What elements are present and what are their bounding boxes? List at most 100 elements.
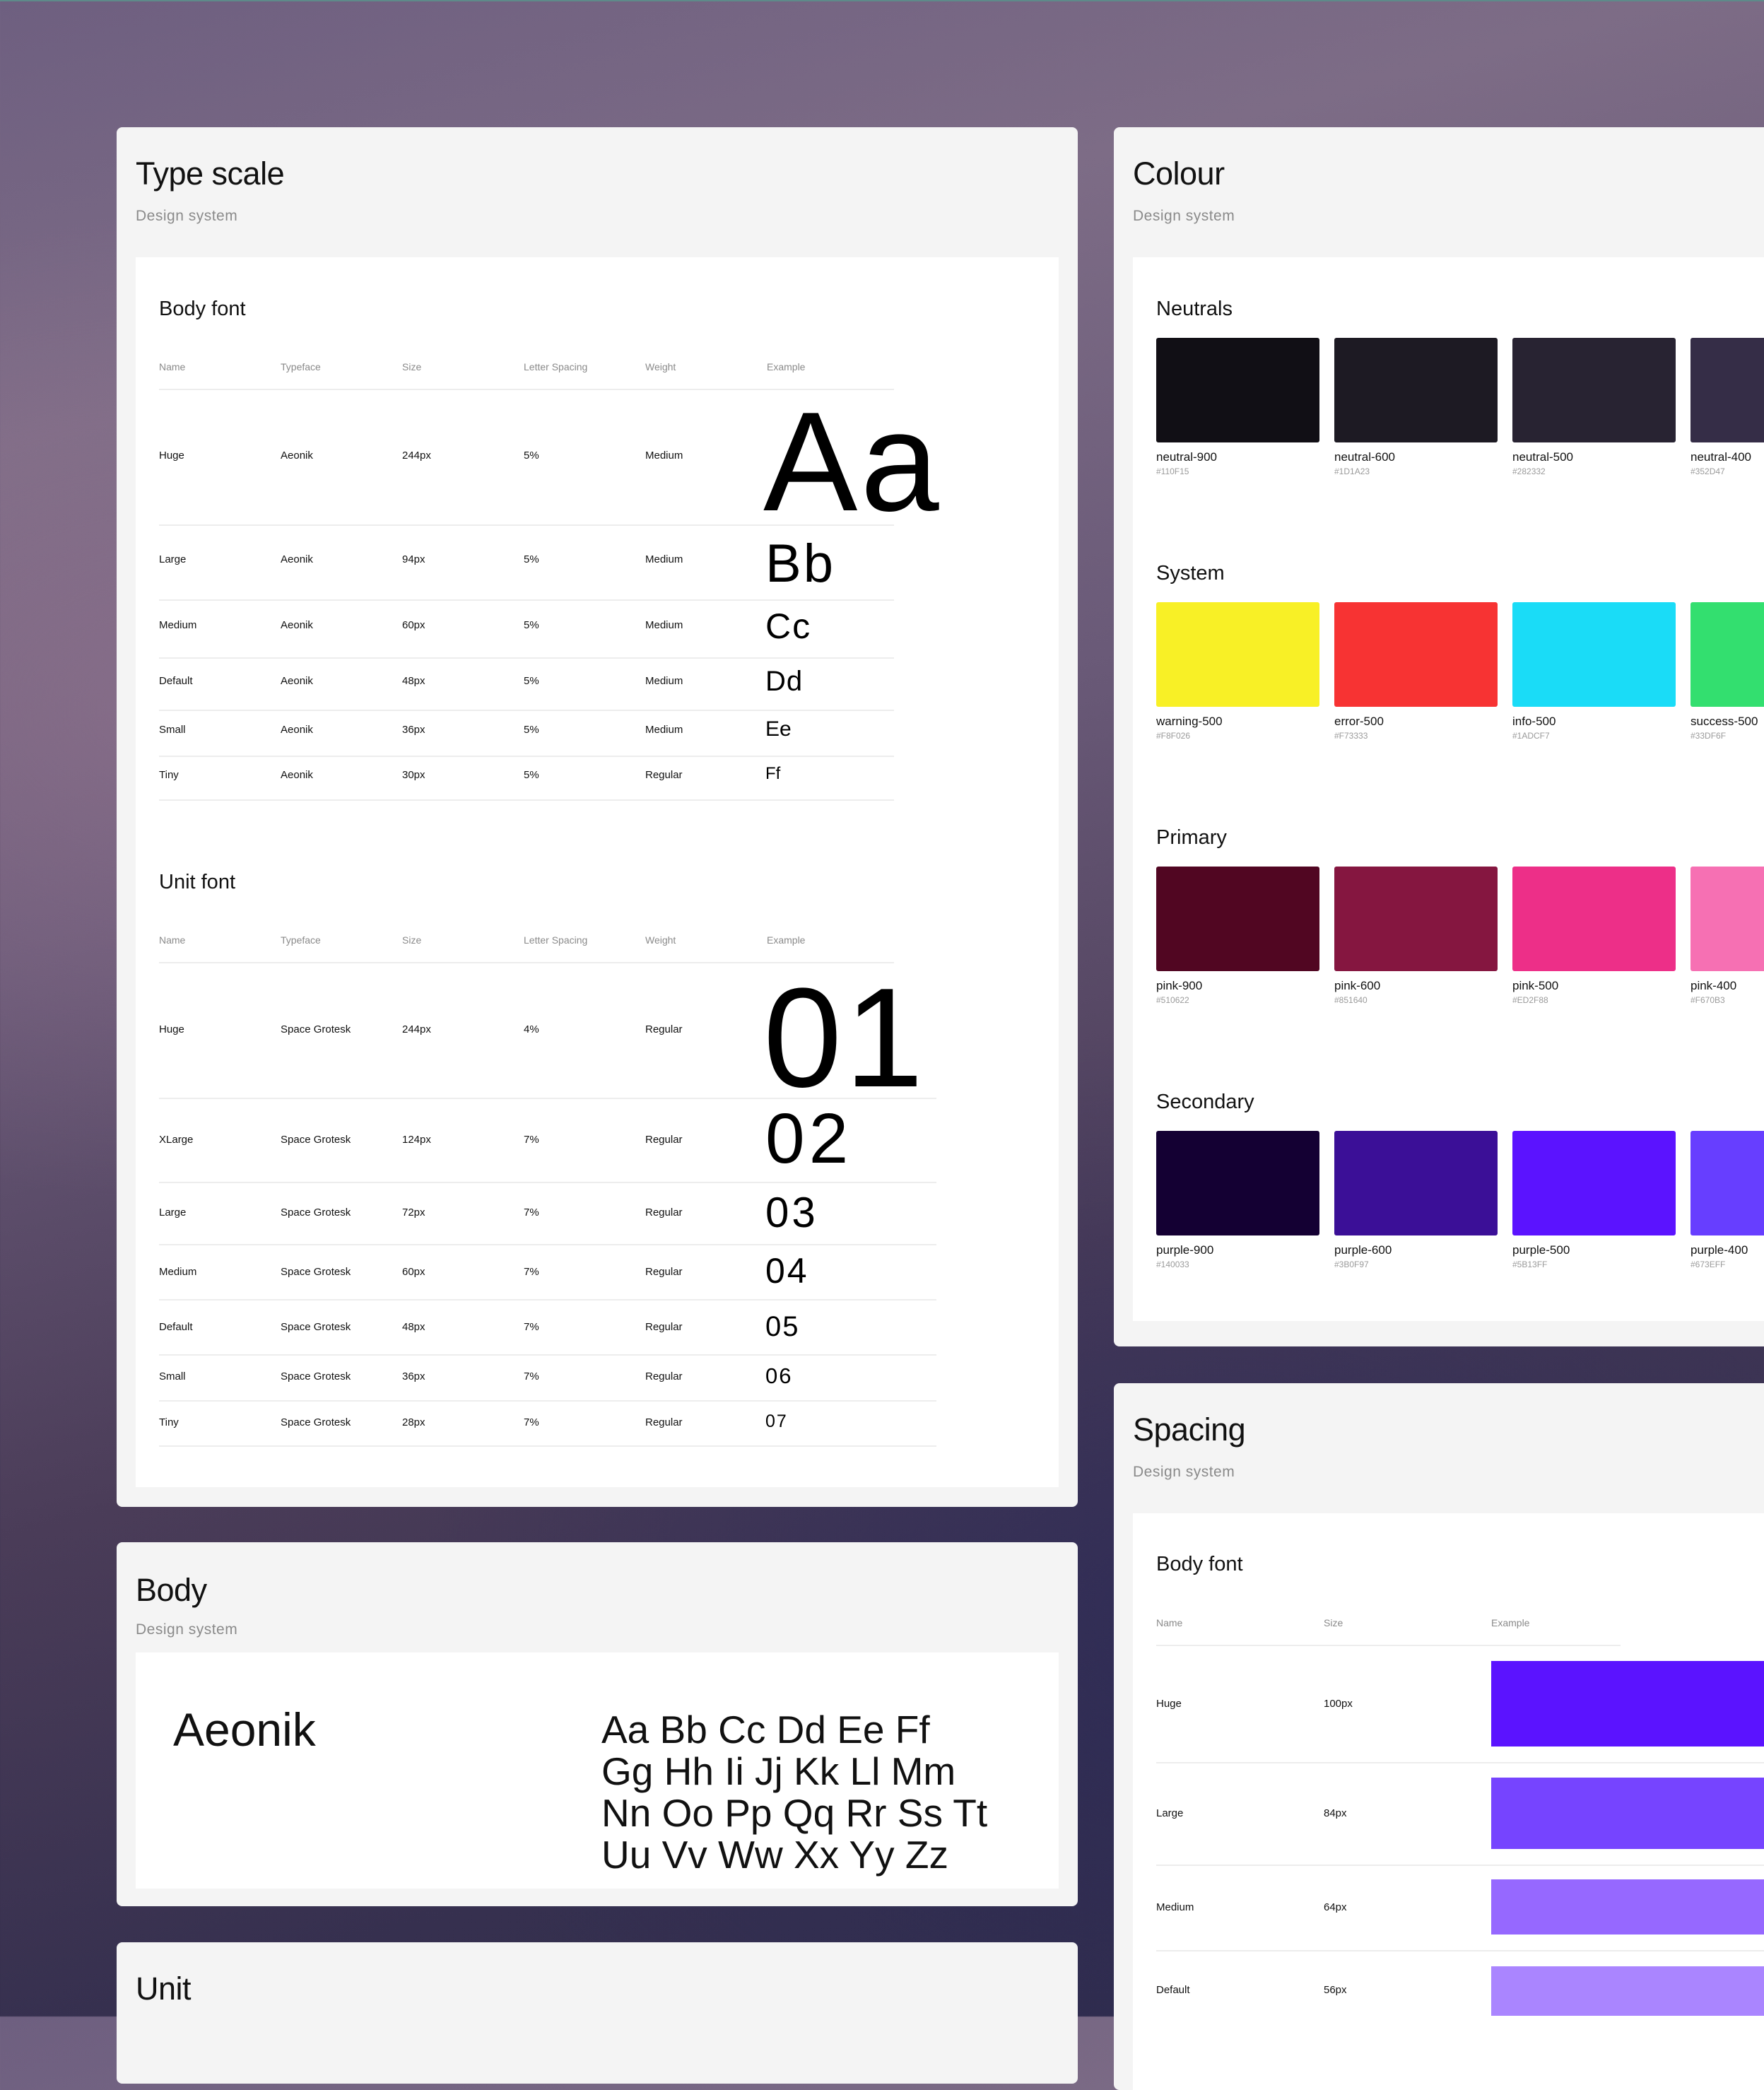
row-name: Huge <box>159 1023 184 1035</box>
colour-swatch-name: info-500 <box>1512 715 1556 728</box>
row-example: 04 <box>765 1251 809 1291</box>
divider <box>1156 1950 1764 1951</box>
alphabet-line: Gg Hh Ii Jj Kk Ll Mm <box>601 1749 956 1793</box>
colour-swatch-hex: #282332 <box>1512 466 1546 476</box>
card-title: Body <box>136 1572 207 1608</box>
row-weight: Medium <box>645 450 683 462</box>
divider <box>159 524 894 526</box>
row-size: 60px <box>402 619 425 631</box>
colour-group-title: Neutrals <box>1156 298 1233 320</box>
row-example: 02 <box>765 1099 853 1178</box>
row-size: 244px <box>402 1023 431 1035</box>
row-size: 72px <box>402 1207 425 1219</box>
row-name: XLarge <box>159 1134 194 1146</box>
spacing-bar <box>1491 1879 1764 1935</box>
col-header-size: Size <box>402 361 422 372</box>
row-name: Medium <box>1156 1901 1194 1913</box>
col-header-letter-spacing: Letter Spacing <box>524 361 588 372</box>
col-header-example: Example <box>767 361 806 372</box>
colour-group-title: System <box>1156 562 1225 585</box>
unit-font-title: Unit font <box>159 871 235 893</box>
colour-swatch-hex: #F670B3 <box>1690 995 1725 1005</box>
divider <box>159 756 894 757</box>
row-typeface: Space Grotesk <box>281 1266 351 1278</box>
colour-swatch <box>1512 867 1676 971</box>
colour-swatch <box>1156 867 1319 971</box>
colour-swatch <box>1334 867 1498 971</box>
colour-swatch-hex: #33DF6F <box>1690 731 1727 741</box>
row-spacing: 5% <box>524 619 539 631</box>
card-title: Spacing <box>1133 1411 1246 1448</box>
row-spacing: 7% <box>524 1207 539 1219</box>
colour-swatch-hex: #1ADCF7 <box>1512 731 1550 741</box>
top-border-line <box>0 0 1764 1</box>
divider <box>159 599 894 601</box>
colour-swatch-name: neutral-900 <box>1156 450 1218 464</box>
colour-swatch-hex: #352D47 <box>1690 466 1725 476</box>
body-font-title: Body font <box>159 298 246 320</box>
row-weight: Regular <box>645 1416 683 1428</box>
row-spacing: 7% <box>524 1416 539 1428</box>
row-example: Ee <box>765 717 792 741</box>
body-card: Body Design system Aeonik Aa Bb Cc Dd Ee… <box>117 1542 1078 1906</box>
row-name: Default <box>159 675 193 687</box>
alphabet-line: Aa Bb Cc Dd Ee Ff <box>601 1708 930 1751</box>
row-name: Small <box>159 1370 186 1382</box>
colour-swatch-name: pink-500 <box>1512 979 1559 992</box>
card-subtitle: Design system <box>1133 208 1235 224</box>
row-weight: Medium <box>645 553 683 565</box>
row-typeface: Space Grotesk <box>281 1321 351 1333</box>
divider <box>1156 1762 1764 1763</box>
colour-swatch <box>1690 338 1764 442</box>
card-subtitle: Design system <box>136 1621 238 1638</box>
colour-swatch <box>1156 1131 1319 1235</box>
divider <box>159 1244 936 1245</box>
colour-swatch-name: pink-400 <box>1690 979 1737 992</box>
colour-swatch-name: error-500 <box>1334 715 1384 728</box>
colour-swatch-name: warning-500 <box>1156 715 1223 728</box>
alphabet-line: Nn Oo Pp Qq Rr Ss Tt <box>601 1791 988 1835</box>
col-header-weight: Weight <box>645 361 676 372</box>
row-spacing: 5% <box>524 553 539 565</box>
row-size: 124px <box>402 1134 431 1146</box>
row-name: Large <box>159 553 187 565</box>
colour-swatch-hex: #F73333 <box>1334 731 1368 741</box>
row-spacing: 5% <box>524 769 539 781</box>
colour-swatch-name: pink-900 <box>1156 979 1203 992</box>
row-name: Huge <box>1156 1698 1182 1710</box>
col-header-typeface: Typeface <box>281 934 321 946</box>
row-size: 244px <box>402 450 431 462</box>
colour-swatch-hex: #851640 <box>1334 995 1368 1005</box>
colour-swatch <box>1156 338 1319 442</box>
row-spacing: 7% <box>524 1134 539 1146</box>
row-typeface: Aeonik <box>281 769 313 781</box>
col-header-name: Name <box>159 934 186 946</box>
row-size: 94px <box>402 553 425 565</box>
row-example: 05 <box>765 1311 800 1342</box>
col-header-example: Example <box>767 934 806 946</box>
row-name: Tiny <box>159 1416 179 1428</box>
spacing-section-title: Body font <box>1156 1553 1243 1575</box>
row-size: 100px <box>1324 1698 1353 1710</box>
card-title: Colour <box>1133 155 1225 192</box>
spacing-bar <box>1491 1966 1764 2016</box>
row-spacing: 7% <box>524 1321 539 1333</box>
row-weight: Regular <box>645 1207 683 1219</box>
row-spacing: 5% <box>524 675 539 687</box>
col-header-name: Name <box>1156 1617 1183 1628</box>
row-typeface: Aeonik <box>281 450 313 462</box>
row-weight: Regular <box>645 769 683 781</box>
alphabet-line: Uu Vv Ww Xx Yy Zz <box>601 1833 948 1877</box>
row-size: 48px <box>402 1321 425 1333</box>
card-title: Unit <box>136 1971 192 2007</box>
colour-swatch-hex: #140033 <box>1156 1260 1189 1269</box>
divider <box>159 1445 936 1447</box>
row-weight: Medium <box>645 724 683 736</box>
divider <box>1156 1645 1621 1646</box>
col-header-name: Name <box>159 361 186 372</box>
row-typeface: Space Grotesk <box>281 1416 351 1428</box>
row-example: 06 <box>765 1363 793 1388</box>
colour-group-title: Secondary <box>1156 1091 1254 1113</box>
col-header-size: Size <box>1324 1617 1343 1628</box>
row-example: 01 <box>763 959 927 1117</box>
